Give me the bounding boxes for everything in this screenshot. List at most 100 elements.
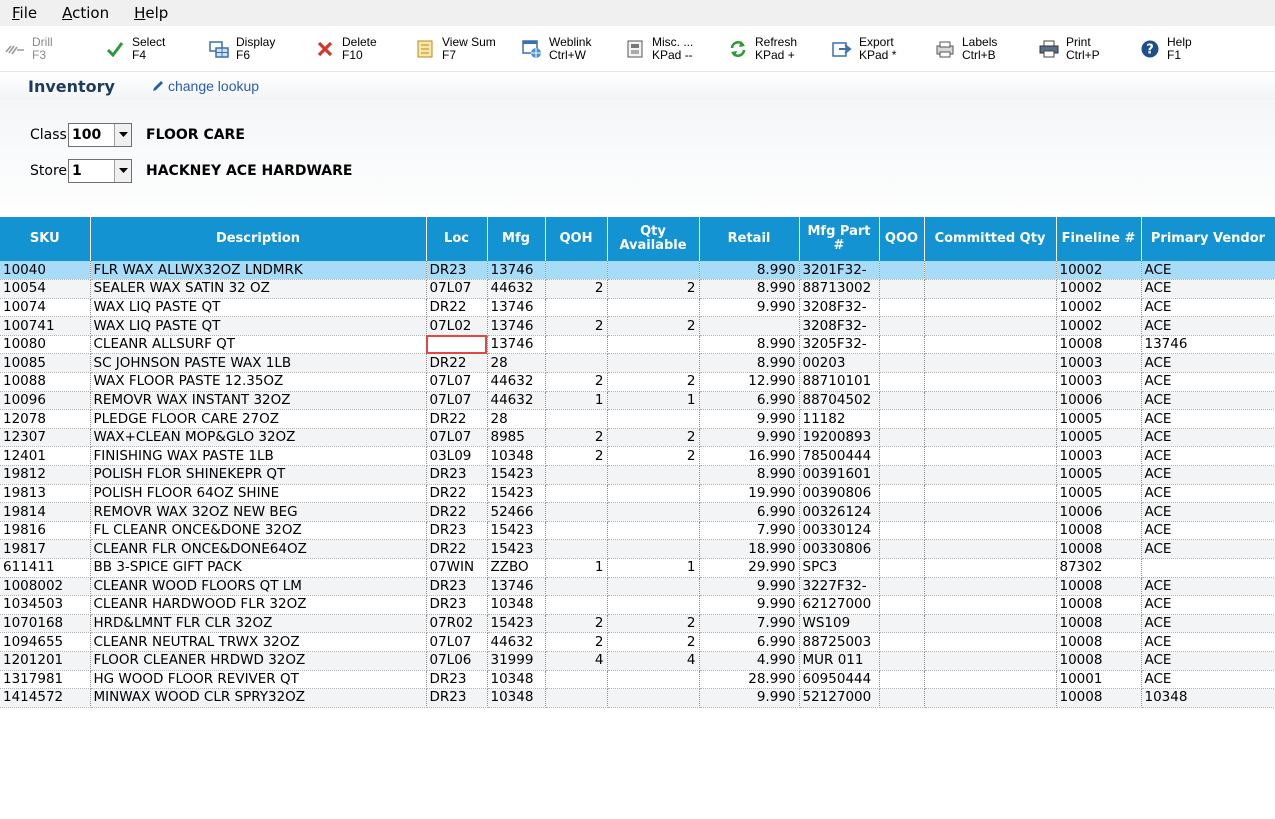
table-cell[interactable] bbox=[924, 353, 1057, 374]
table-cell[interactable]: 19816 bbox=[0, 521, 91, 541]
table-cell[interactable]: ACE bbox=[1141, 577, 1275, 597]
table-cell[interactable]: 10006 bbox=[1056, 391, 1142, 411]
table-row[interactable]: 10080 CLEANR ALLSURF QT 13746 8.990 3205F32-… bbox=[0, 335, 1275, 355]
table-cell[interactable]: 19200893 bbox=[799, 428, 880, 448]
table-cell[interactable]: FL CLEANR ONCE&DONE 32OZ bbox=[90, 521, 427, 541]
table-cell[interactable] bbox=[924, 428, 1057, 448]
table-cell[interactable]: 16.990 bbox=[699, 446, 800, 467]
table-cell[interactable] bbox=[607, 595, 700, 615]
table-cell[interactable]: 7.990 bbox=[699, 614, 800, 634]
table-row[interactable]: 19812 POLISH FLOR SHINEKEPR QT DR23 15423 8.… bbox=[0, 465, 1275, 485]
table-cell[interactable] bbox=[607, 502, 700, 522]
table-cell[interactable]: 52466 bbox=[487, 502, 546, 522]
table-cell[interactable] bbox=[879, 614, 925, 634]
table-cell[interactable] bbox=[545, 670, 608, 690]
table-cell[interactable] bbox=[607, 688, 700, 708]
table-cell[interactable]: 2 bbox=[607, 428, 700, 448]
table-cell[interactable]: SPC3 bbox=[799, 558, 880, 578]
table-cell[interactable]: 10008 bbox=[1056, 539, 1142, 559]
table-cell[interactable] bbox=[545, 409, 608, 429]
table-row[interactable]: 12401 FINISHING WAX PASTE 1LB 03L09 10348 2 2… bbox=[0, 446, 1275, 467]
table-cell[interactable]: 4 bbox=[607, 651, 700, 671]
table-cell[interactable] bbox=[879, 335, 925, 355]
table-cell[interactable]: 12401 bbox=[0, 446, 91, 467]
table-cell[interactable]: CLEANR ALLSURF QT bbox=[90, 335, 427, 355]
table-cell[interactable]: 3208F32- bbox=[799, 316, 880, 336]
column-header[interactable]: Qty Available bbox=[607, 217, 700, 261]
table-row[interactable]: 10074 WAX LIQ PASTE QT DR22 13746 9.990 3208F… bbox=[0, 298, 1275, 318]
table-cell[interactable]: 87302 bbox=[1056, 558, 1142, 578]
column-header[interactable]: QOO bbox=[879, 217, 925, 261]
table-cell[interactable]: 07L07 bbox=[426, 391, 488, 411]
table-cell[interactable]: FLR WAX ALLWX32OZ LNDMRK bbox=[90, 261, 427, 281]
table-cell[interactable]: 3227F32- bbox=[799, 577, 880, 597]
table-cell[interactable]: 2 bbox=[545, 279, 608, 299]
table-cell[interactable]: ACE bbox=[1141, 614, 1275, 634]
table-row[interactable]: 1008002 CLEANR WOOD FLOORS QT LM DR23 13746… bbox=[0, 577, 1275, 597]
table-cell[interactable]: 10001 bbox=[1056, 670, 1142, 690]
table-cell[interactable]: 1070168 bbox=[0, 614, 91, 634]
table-cell[interactable]: 10006 bbox=[1056, 502, 1142, 522]
table-cell[interactable] bbox=[607, 465, 700, 485]
table-cell[interactable] bbox=[879, 409, 925, 429]
table-cell[interactable]: 07L07 bbox=[426, 279, 488, 299]
table-cell[interactable]: 9.990 bbox=[699, 409, 800, 429]
table-cell[interactable]: 10005 bbox=[1056, 409, 1142, 429]
table-cell[interactable]: 18.990 bbox=[699, 539, 800, 559]
table-cell[interactable] bbox=[879, 279, 925, 299]
table-cell[interactable]: 2 bbox=[607, 446, 700, 467]
table-cell[interactable]: SC JOHNSON PASTE WAX 1LB bbox=[90, 353, 427, 374]
table-cell[interactable]: DR22 bbox=[426, 502, 488, 522]
table-cell[interactable]: 13746 bbox=[487, 316, 546, 336]
table-cell[interactable]: DR23 bbox=[426, 261, 488, 281]
table-cell[interactable]: 1094655 bbox=[0, 632, 91, 652]
table-cell[interactable]: 00330124 bbox=[799, 521, 880, 541]
table-cell[interactable]: 03L09 bbox=[426, 446, 488, 467]
table-cell[interactable] bbox=[545, 484, 608, 504]
table-cell[interactable] bbox=[924, 298, 1057, 318]
refresh-button[interactable]: Refresh KPad + bbox=[727, 29, 831, 69]
table-cell[interactable]: 29.990 bbox=[699, 558, 800, 578]
table-cell[interactable]: 00203 bbox=[799, 353, 880, 374]
table-row[interactable]: 1317981 HG WOOD FLOOR REVIVER QT DR23 10348… bbox=[0, 670, 1275, 690]
table-cell[interactable]: 13746 bbox=[487, 298, 546, 318]
table-cell[interactable]: 31999 bbox=[487, 651, 546, 671]
table-cell[interactable]: 19817 bbox=[0, 539, 91, 559]
select-button[interactable]: Select F4 bbox=[104, 29, 208, 69]
table-cell[interactable]: WAX FLOOR PASTE 12.35OZ bbox=[90, 372, 427, 392]
table-cell[interactable]: 78500444 bbox=[799, 446, 880, 467]
table-cell[interactable] bbox=[879, 577, 925, 597]
weblink-button[interactable]: Weblink Ctrl+W bbox=[521, 29, 624, 69]
table-cell[interactable] bbox=[879, 484, 925, 504]
table-cell[interactable]: 15423 bbox=[487, 484, 546, 504]
table-cell[interactable] bbox=[545, 353, 608, 374]
table-cell[interactable] bbox=[607, 670, 700, 690]
table-cell[interactable]: 2 bbox=[545, 446, 608, 467]
table-cell[interactable] bbox=[879, 372, 925, 392]
column-header[interactable]: Committed Qty bbox=[924, 217, 1057, 261]
table-cell[interactable] bbox=[545, 465, 608, 485]
table-row[interactable]: 1070168 HRD&LMNT FLR CLR 32OZ 07R02 15423 2 2… bbox=[0, 614, 1275, 634]
table-cell[interactable] bbox=[699, 316, 800, 336]
table-cell[interactable]: ACE bbox=[1141, 279, 1275, 299]
table-cell[interactable]: 10008 bbox=[1056, 651, 1142, 671]
table-cell[interactable]: 88725003 bbox=[799, 632, 880, 652]
table-cell[interactable] bbox=[924, 521, 1057, 541]
table-cell[interactable]: 8.990 bbox=[699, 353, 800, 374]
column-header[interactable]: QOH bbox=[545, 217, 608, 261]
table-cell[interactable]: 100741 bbox=[0, 316, 91, 336]
chevron-down-icon[interactable] bbox=[114, 160, 131, 182]
table-cell[interactable]: 8985 bbox=[487, 428, 546, 448]
table-cell[interactable]: 1414572 bbox=[0, 688, 91, 708]
table-cell[interactable]: 10008 bbox=[1056, 521, 1142, 541]
table-cell[interactable]: 8.990 bbox=[699, 335, 800, 355]
table-cell[interactable]: DR23 bbox=[426, 465, 488, 485]
table-cell[interactable]: ACE bbox=[1141, 484, 1275, 504]
table-cell[interactable] bbox=[924, 651, 1057, 671]
table-cell[interactable] bbox=[879, 688, 925, 708]
table-row[interactable]: 19816 FL CLEANR ONCE&DONE 32OZ DR23 15423 7.… bbox=[0, 521, 1275, 541]
table-cell[interactable]: 2 bbox=[607, 632, 700, 652]
table-cell[interactable] bbox=[879, 391, 925, 411]
delete-button[interactable]: Delete F10 bbox=[314, 29, 414, 69]
table-cell[interactable]: CLEANR HARDWOOD FLR 32OZ bbox=[90, 595, 427, 615]
